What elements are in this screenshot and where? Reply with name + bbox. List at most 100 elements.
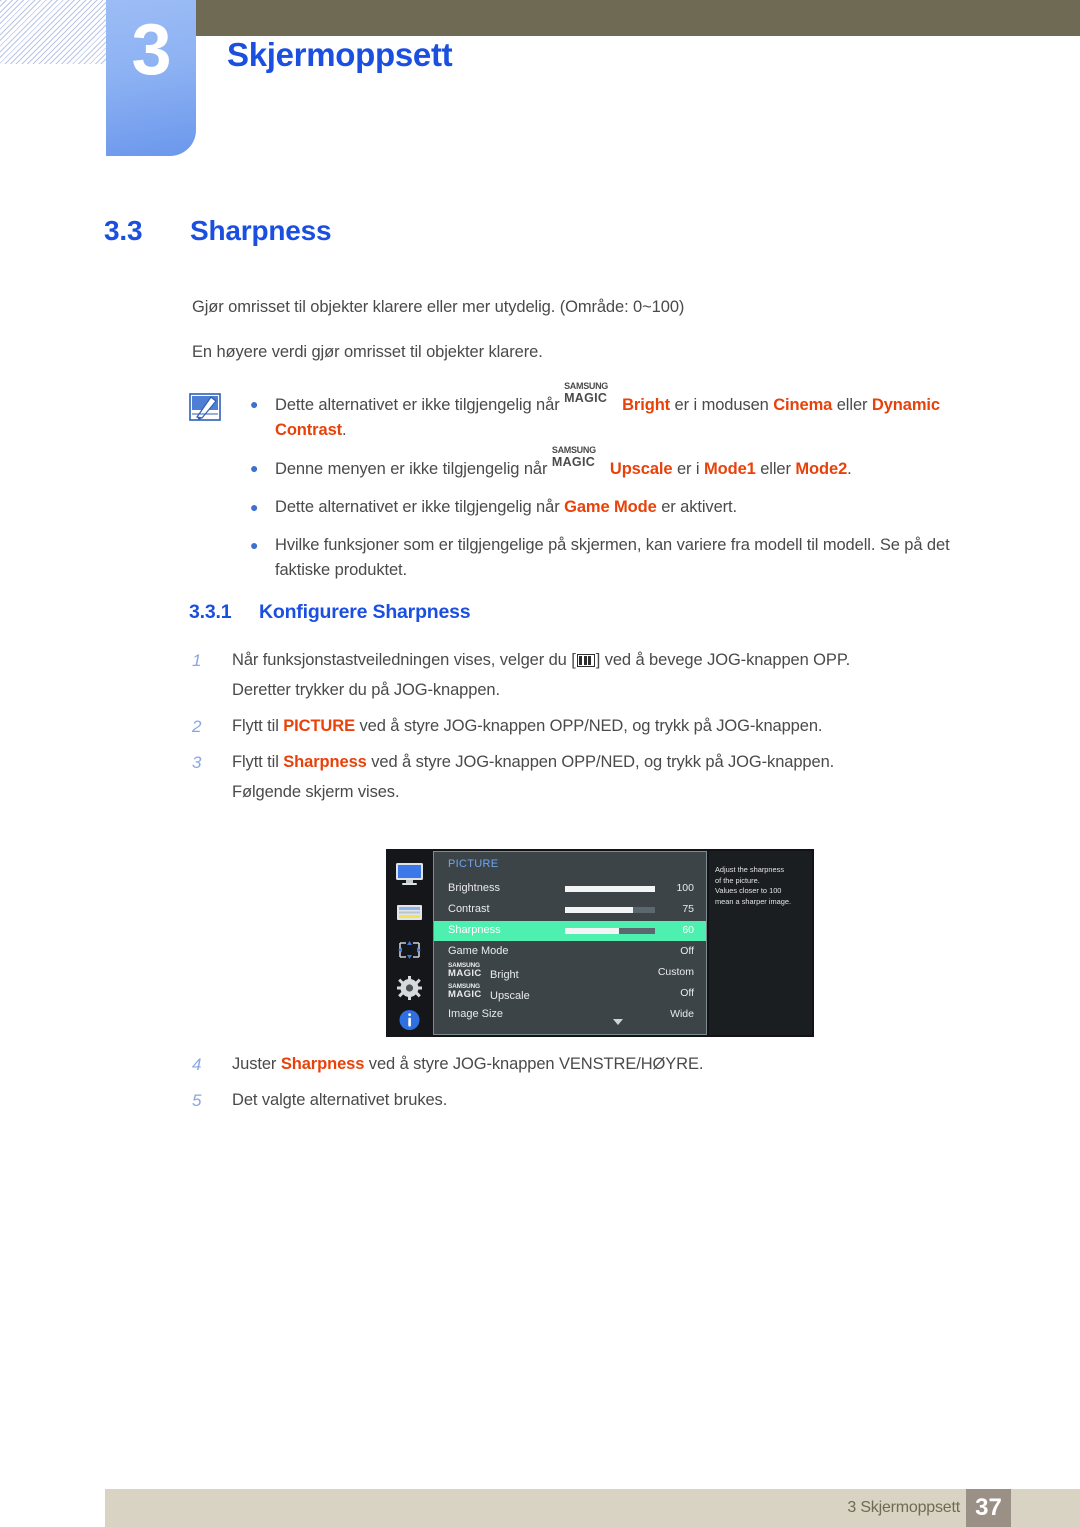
osd-sidebar — [386, 849, 433, 1037]
osd-menu-title: PICTURE — [448, 858, 499, 870]
note-item: ● Dette alternativet er ikke tilgjengelig… — [243, 495, 983, 520]
page-number: 37 — [966, 1489, 1011, 1527]
bullet-icon: ● — [250, 460, 259, 476]
steps-list: 1 Når funksjonstastveiledningen vises, ve… — [190, 648, 980, 816]
info-icon — [394, 1007, 425, 1033]
bullet-icon: ● — [250, 499, 259, 515]
bullet-icon: ● — [250, 537, 259, 553]
chevron-down-icon[interactable] — [613, 1019, 623, 1025]
hatch-decoration — [0, 0, 106, 64]
osd-value: Off — [680, 987, 694, 999]
footer-text: 3 Skjermoppsett — [847, 1499, 960, 1516]
note-pen-icon — [189, 393, 221, 423]
step-text: Flytt til — [232, 717, 284, 735]
osd-label: Game Mode — [448, 945, 509, 957]
osd-label: Brightness — [448, 882, 500, 894]
subsection-title: Konfigurere Sharpness — [259, 601, 471, 623]
samsung-magic-logo: SAMSUNG MAGIC — [551, 445, 596, 469]
osd-slider[interactable] — [565, 907, 655, 913]
step-item: 1 Når funksjonstastveiledningen vises, ve… — [190, 648, 980, 703]
osd-value: 100 — [676, 882, 694, 894]
note-text: er i — [672, 460, 704, 478]
step-text: ved å styre JOG-knappen OPP/NED, og tryk… — [366, 753, 835, 771]
osd-row-image-size[interactable]: Image Size Wide — [434, 1005, 706, 1025]
samsung-magic-logo: SAMSUNG MAGIC — [448, 962, 482, 979]
osd-tooltip-line: Values closer to 100 — [715, 886, 782, 895]
step-text: Det valgte alternativet brukes. — [232, 1091, 448, 1109]
osd-row-brightness[interactable]: Brightness 100 — [434, 879, 706, 899]
step-item: 3 Flytt til Sharpness ved å styre JOG-kna… — [190, 750, 980, 805]
osd-label: Sharpness — [448, 924, 501, 936]
osd-slider[interactable] — [565, 886, 655, 892]
intro-paragraph-2: En høyere verdi gjør omrisset til objekt… — [192, 343, 543, 361]
osd-screenshot: PICTURE Brightness 100 Contrast 75 Sharp… — [386, 849, 814, 1037]
step-number: 4 — [192, 1055, 202, 1074]
chapter-tab: 3 — [106, 0, 196, 156]
samsung-magic-logo: SAMSUNG MAGIC — [564, 381, 608, 405]
note-text: Hvilke funksjoner som er tilgjengelige p… — [275, 536, 950, 579]
steps-list-continued: 4 Juster Sharpness ved å styre JOG-knappe… — [190, 1052, 980, 1124]
section-heading: 3.3 Sharpness — [104, 215, 332, 247]
osd-tooltip-line: Adjust the sharpness — [715, 865, 785, 874]
step-subtext: Følgende skjerm vises. — [232, 783, 400, 801]
note-text: er i modusen — [670, 396, 774, 414]
note-text: Dette alternativet er ikke tilgjengelig … — [275, 396, 565, 414]
step-item: 2 Flytt til PICTURE ved å styre JOG-knapp… — [190, 714, 980, 739]
osd-row-contrast[interactable]: Contrast 75 — [434, 900, 706, 920]
note-text: er aktivert. — [656, 498, 738, 516]
list-icon — [394, 899, 425, 925]
step-number: 5 — [192, 1091, 202, 1110]
section-number: 3.3 — [104, 215, 143, 246]
note-text: eller — [832, 396, 872, 414]
subsection-heading: 3.3.1 Konfigurere Sharpness — [189, 601, 471, 624]
note-highlight: Game Mode — [564, 498, 657, 516]
note-text: Denne menyen er ikke tilgjengelig når — [275, 460, 552, 478]
menu-glyph-icon — [576, 654, 595, 667]
step-number: 2 — [192, 717, 202, 736]
note-text: Dette alternativet er ikke tilgjengelig … — [275, 498, 565, 516]
step-text: Når funksjonstastveiledningen vises, vel… — [232, 651, 576, 669]
note-item: ● Denne menyen er ikke tilgjengelig når S… — [243, 445, 983, 482]
gear-icon — [394, 975, 425, 1001]
step-number: 3 — [192, 753, 202, 772]
note-text: . — [342, 421, 347, 439]
osd-row-magicbright[interactable]: SAMSUNG MAGIC Bright Custom — [434, 962, 706, 983]
step-item: 4 Juster Sharpness ved å styre JOG-knappe… — [190, 1052, 980, 1077]
osd-value: Off — [680, 945, 694, 957]
osd-label: SAMSUNG MAGIC Bright — [448, 962, 519, 981]
osd-slider[interactable] — [565, 928, 655, 934]
note-highlight: Mode1 — [703, 460, 756, 478]
osd-menu-panel: PICTURE Brightness 100 Contrast 75 Sharp… — [433, 851, 707, 1035]
step-text: ] ved å bevege JOG-knappen OPP. — [595, 651, 851, 669]
step-text: Flytt til — [232, 753, 284, 771]
osd-value: Custom — [657, 966, 694, 978]
osd-tooltip-line: mean a sharper image. — [715, 896, 791, 906]
osd-row-game-mode[interactable]: Game Mode Off — [434, 942, 706, 962]
intro-paragraph-1: Gjør omrisset til objekter klarere eller… — [192, 298, 685, 316]
step-highlight: PICTURE — [283, 717, 355, 735]
note-highlight: Upscale — [609, 460, 673, 478]
osd-tooltip: Adjust the sharpness of the picture. Val… — [709, 851, 812, 1035]
step-text: ved å styre JOG-knappen OPP/NED, og tryk… — [354, 717, 823, 735]
note-highlight: Cinema — [773, 396, 833, 414]
note-item: ● Hvilke funksjoner som er tilgjengelige … — [243, 533, 983, 583]
osd-label: SAMSUNG MAGIC Upscale — [448, 983, 530, 1002]
note-list: ● Dette alternativet er ikke tilgjengelig… — [243, 381, 983, 596]
step-item: 5 Det valgte alternativet brukes. — [190, 1088, 980, 1113]
osd-row-magicupscale[interactable]: SAMSUNG MAGIC Upscale Off — [434, 983, 706, 1004]
osd-row-sharpness[interactable]: Sharpness 60 — [434, 921, 706, 941]
chapter-number: 3 — [131, 10, 171, 90]
osd-label: Contrast — [448, 903, 490, 915]
samsung-magic-logo: SAMSUNG MAGIC — [448, 983, 482, 1000]
step-number: 1 — [192, 651, 202, 670]
note-item: ● Dette alternativet er ikke tilgjengelig… — [243, 381, 983, 443]
bullet-icon: ● — [250, 396, 259, 412]
header-olive-bar — [196, 0, 1080, 36]
osd-value: 75 — [682, 903, 694, 915]
note-highlight: Mode2 — [795, 460, 848, 478]
subsection-number: 3.3.1 — [189, 601, 232, 623]
step-text: Juster — [232, 1055, 281, 1073]
chapter-title: Skjermoppsett — [227, 36, 453, 73]
move-arrows-icon — [394, 937, 425, 963]
osd-value: 60 — [682, 924, 694, 936]
